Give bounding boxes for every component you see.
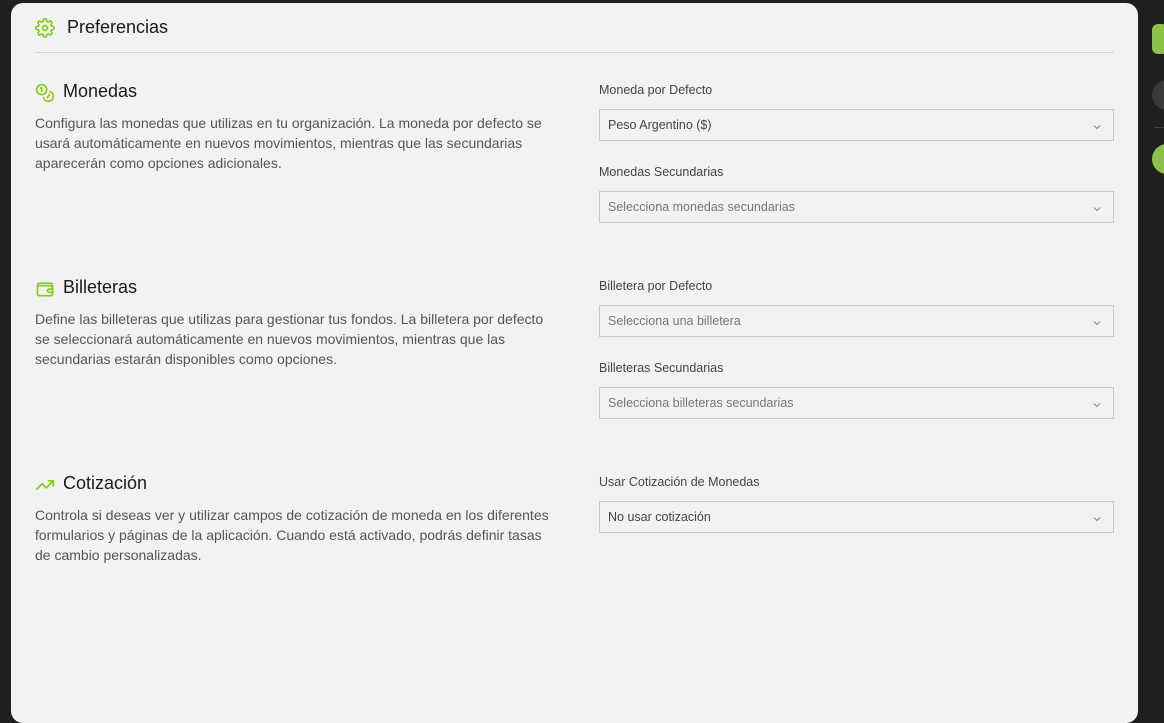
chevron-down-icon xyxy=(1091,398,1103,410)
side-divider xyxy=(1154,127,1164,128)
preferences-panel: Preferencias Monedas Configura las moned… xyxy=(11,3,1138,723)
select-placeholder: Selecciona una billetera xyxy=(608,314,741,328)
gear-icon xyxy=(35,18,55,38)
field-label: Usar Cotización de Monedas xyxy=(599,475,760,489)
secondary-wallets-field: Billeteras Secundarias Selecciona billet… xyxy=(599,361,1114,419)
section-description: Configura las monedas que utilizas en tu… xyxy=(35,115,542,171)
field-label: Billeteras Secundarias xyxy=(599,361,724,375)
section-title: Monedas xyxy=(63,81,138,101)
chevron-down-icon xyxy=(1091,316,1103,328)
side-action-button[interactable] xyxy=(1152,24,1164,54)
select-value: No usar cotización xyxy=(608,510,711,524)
side-toggle-button[interactable] xyxy=(1152,80,1164,110)
secondary-wallets-select[interactable]: Selecciona billeteras secundarias xyxy=(599,387,1114,419)
default-wallet-field: Billetera por Defecto Selecciona una bil… xyxy=(599,279,1114,337)
panel-header: Preferencias xyxy=(35,3,1114,53)
page-title: Preferencias xyxy=(67,17,169,37)
section-title: Cotización xyxy=(63,473,148,493)
select-value: Peso Argentino ($) xyxy=(608,118,712,132)
side-avatar-button[interactable] xyxy=(1152,144,1164,174)
field-label: Moneda por Defecto xyxy=(599,83,713,97)
secondary-currencies-field: Monedas Secundarias Selecciona monedas s… xyxy=(599,165,1114,223)
field-label: Monedas Secundarias xyxy=(599,165,724,179)
wallet-icon xyxy=(35,279,55,299)
chevron-down-icon xyxy=(1091,120,1103,132)
secondary-currencies-select[interactable]: Selecciona monedas secundarias xyxy=(599,191,1114,223)
default-wallet-select[interactable]: Selecciona una billetera xyxy=(599,305,1114,337)
default-currency-select[interactable]: Peso Argentino ($) xyxy=(599,109,1114,141)
trending-up-icon xyxy=(35,475,55,495)
exchange-rate-field: Usar Cotización de Monedas No usar cotiz… xyxy=(599,475,1114,533)
chevron-down-icon xyxy=(1091,512,1103,524)
chevron-down-icon xyxy=(1091,202,1103,214)
section-description: Controla si deseas ver y utilizar campos… xyxy=(35,507,549,563)
select-placeholder: Selecciona billeteras secundarias xyxy=(608,396,794,410)
coins-icon xyxy=(35,83,55,103)
section-description: Define las billeteras que utilizas para … xyxy=(35,311,544,367)
exchange-rate-select[interactable]: No usar cotización xyxy=(599,501,1114,533)
default-currency-field: Moneda por Defecto Peso Argentino ($) xyxy=(599,83,1114,141)
field-label: Billetera por Defecto xyxy=(599,279,713,293)
select-placeholder: Selecciona monedas secundarias xyxy=(608,200,795,214)
section-title: Billeteras xyxy=(63,277,138,297)
